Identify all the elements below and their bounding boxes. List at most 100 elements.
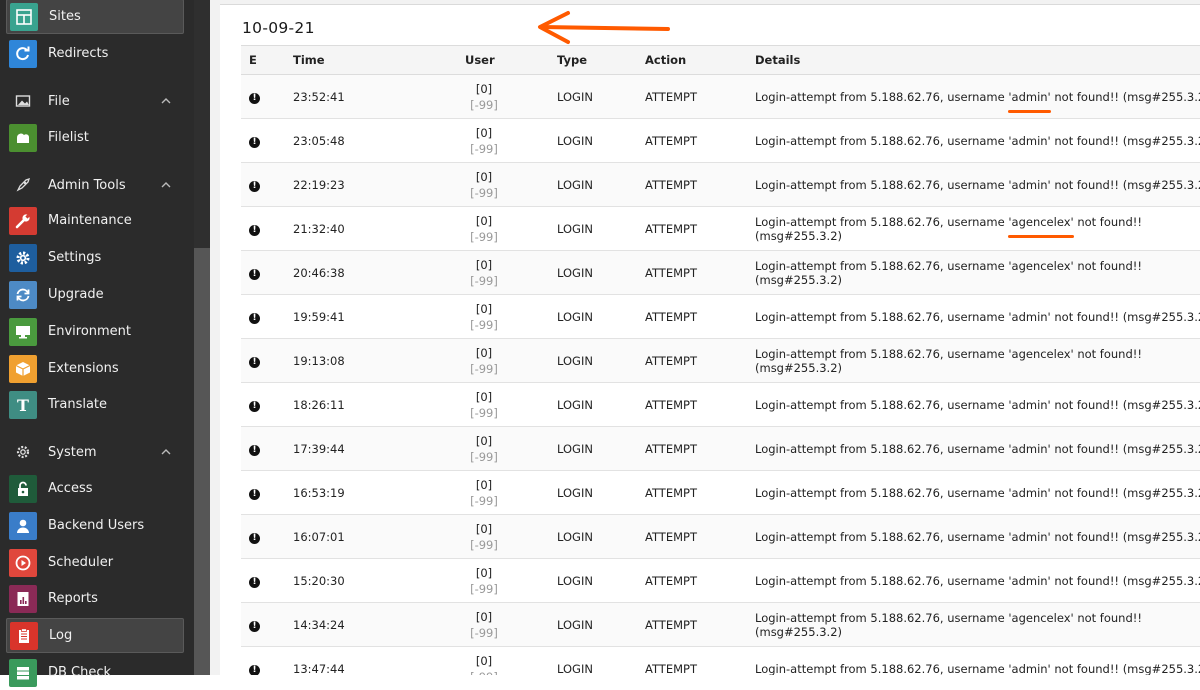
annotation-arrow	[538, 11, 670, 44]
action-cell: ATTEMPT	[645, 382, 755, 427]
sidebar-scrollbar[interactable]	[194, 0, 210, 675]
type-cell: LOGIN	[557, 118, 645, 163]
sites-icon	[10, 2, 38, 31]
sidebar-item-reports[interactable]: Reports	[6, 581, 184, 616]
action-cell: ATTEMPT	[645, 294, 755, 339]
time-cell: 15:20:30	[293, 558, 411, 603]
sidebar-item-label: Scheduler	[48, 555, 114, 570]
type-cell: LOGIN	[557, 74, 645, 119]
user-cell: [0][-99]	[411, 426, 557, 471]
exclamation-icon: !	[249, 489, 260, 500]
sidebar-item-label: Sites	[49, 9, 81, 24]
sidebar-item-sites[interactable]: Sites	[6, 0, 184, 34]
user-workspace-id: [-99]	[470, 493, 498, 508]
error-cell: !	[241, 602, 293, 647]
user-cell: [0][-99]	[411, 206, 557, 251]
sidebar-item-upgrade[interactable]: Upgrade	[6, 277, 184, 312]
time-cell: 16:07:01	[293, 514, 411, 559]
box-icon	[9, 354, 37, 383]
sidebar-item-label: Reports	[48, 591, 98, 606]
action-cell: ATTEMPT	[645, 338, 755, 383]
sidebar-item-db-check[interactable]: DB Check	[6, 655, 184, 690]
sidebar-item-log[interactable]: Log	[6, 618, 184, 653]
time-cell: 20:46:38	[293, 250, 411, 295]
time-cell: 13:47:44	[293, 646, 411, 675]
sidebar-section-admin-tools[interactable]: Admin Tools	[6, 170, 184, 200]
user-workspace-id: [-99]	[470, 361, 498, 376]
clock-icon	[9, 548, 37, 577]
sidebar-item-label: Settings	[48, 250, 102, 265]
table-row: ! 23:05:48 [0] [-99] LOGIN ATTEMPT Login-attem…	[241, 118, 1200, 163]
error-cell: !	[241, 514, 293, 559]
exclamation-icon: !	[249, 313, 260, 324]
user-cell: [0][-99]	[411, 646, 557, 675]
column-header-time: Time	[293, 45, 411, 75]
module-sidebar: Sites Redirects File Filelist Admin Tools Mai…	[0, 0, 194, 687]
user-id: [0]	[475, 125, 493, 140]
sidebar-item-access[interactable]: Access	[6, 471, 184, 506]
action-cell: ATTEMPT	[645, 250, 755, 295]
sidebar-item-label: Redirects	[48, 46, 109, 61]
user-cell: [0][-99]	[411, 602, 557, 647]
refresh-icon	[9, 280, 37, 309]
column-header-user: User	[411, 45, 557, 75]
sidebar-section-file[interactable]: File	[6, 86, 184, 116]
user-cell: [0][-99]	[411, 74, 557, 119]
user-cell: [0][-99]	[411, 382, 557, 427]
exclamation-icon: !	[249, 621, 260, 632]
sidebar-item-settings[interactable]: Settings	[6, 240, 184, 275]
sidebar-item-redirects[interactable]: Redirects	[6, 36, 184, 71]
sidebar-item-label: Extensions	[48, 361, 119, 376]
sidebar-section-label: Admin Tools	[48, 177, 126, 193]
sidebar-item-environment[interactable]: Environment	[6, 314, 184, 349]
error-cell: !	[241, 162, 293, 207]
type-cell: LOGIN	[557, 382, 645, 427]
time-cell: 23:52:41	[293, 74, 411, 119]
sidebar-item-backend-users[interactable]: Backend Users	[6, 508, 184, 543]
sidebar-item-translate[interactable]: T Translate	[6, 387, 184, 422]
log-panel: 10-09-21 E Time User Type Action Details…	[220, 4, 1200, 675]
annotation-underline	[1008, 109, 1051, 113]
user-cell: [0][-99]	[411, 558, 557, 603]
user-workspace-id: [-99]	[470, 273, 498, 288]
user-id: [0]	[475, 169, 493, 184]
lock-icon	[9, 474, 37, 503]
details-cell: Login-attempt from 5.188.62.76, username…	[755, 646, 1200, 675]
type-cell: LOGIN	[557, 602, 645, 647]
sidebar-item-maintenance[interactable]: Maintenance	[6, 203, 184, 238]
exclamation-icon: !	[249, 401, 260, 412]
sidebar-item-filelist[interactable]: Filelist	[6, 120, 184, 155]
user-id: [0]	[475, 345, 493, 360]
sidebar-item-label: Upgrade	[48, 287, 104, 302]
gear-icon	[9, 243, 37, 272]
error-cell: !	[241, 250, 293, 295]
error-cell: !	[241, 74, 293, 119]
time-cell: 19:13:08	[293, 338, 411, 383]
details-cell: Login-attempt from 5.188.62.76, username…	[755, 558, 1200, 603]
sidebar-item-label: Environment	[48, 324, 132, 339]
type-cell: LOGIN	[557, 206, 645, 251]
table-row: ! 23:52:41 [0] [-99] LOGIN ATTEMPT Login-attem…	[241, 74, 1200, 119]
table-row: ! 19:59:41 [0] [-99] LOGIN ATTEMPT Login-attem…	[241, 294, 1200, 339]
user-icon	[9, 511, 37, 540]
sidebar-scrollbar-thumb[interactable]	[194, 248, 210, 675]
user-id: [0]	[475, 257, 493, 272]
user-id: [0]	[475, 433, 493, 448]
table-row: ! 19:13:08 [0] [-99] LOGIN ATTEMPT Login-attem…	[241, 338, 1200, 383]
sidebar-item-extensions[interactable]: Extensions	[6, 351, 184, 386]
user-id: [0]	[475, 477, 493, 492]
user-id: [0]	[475, 389, 493, 404]
time-cell: 23:05:48	[293, 118, 411, 163]
user-id: [0]	[475, 301, 493, 316]
sidebar-section-system[interactable]: System	[6, 437, 184, 467]
type-cell: LOGIN	[557, 250, 645, 295]
error-cell: !	[241, 338, 293, 383]
user-workspace-id: [-99]	[470, 537, 498, 552]
user-cell: [0][-99]	[411, 294, 557, 339]
exclamation-icon: !	[249, 533, 260, 544]
user-cell: [0][-99]	[411, 514, 557, 559]
table-row: ! 21:32:40 [0] [-99] LOGIN ATTEMPT Login-attem…	[241, 206, 1200, 251]
sidebar-item-scheduler[interactable]: Scheduler	[6, 545, 184, 580]
exclamation-icon: !	[249, 445, 260, 456]
sidebar-section-label: File	[48, 93, 70, 109]
